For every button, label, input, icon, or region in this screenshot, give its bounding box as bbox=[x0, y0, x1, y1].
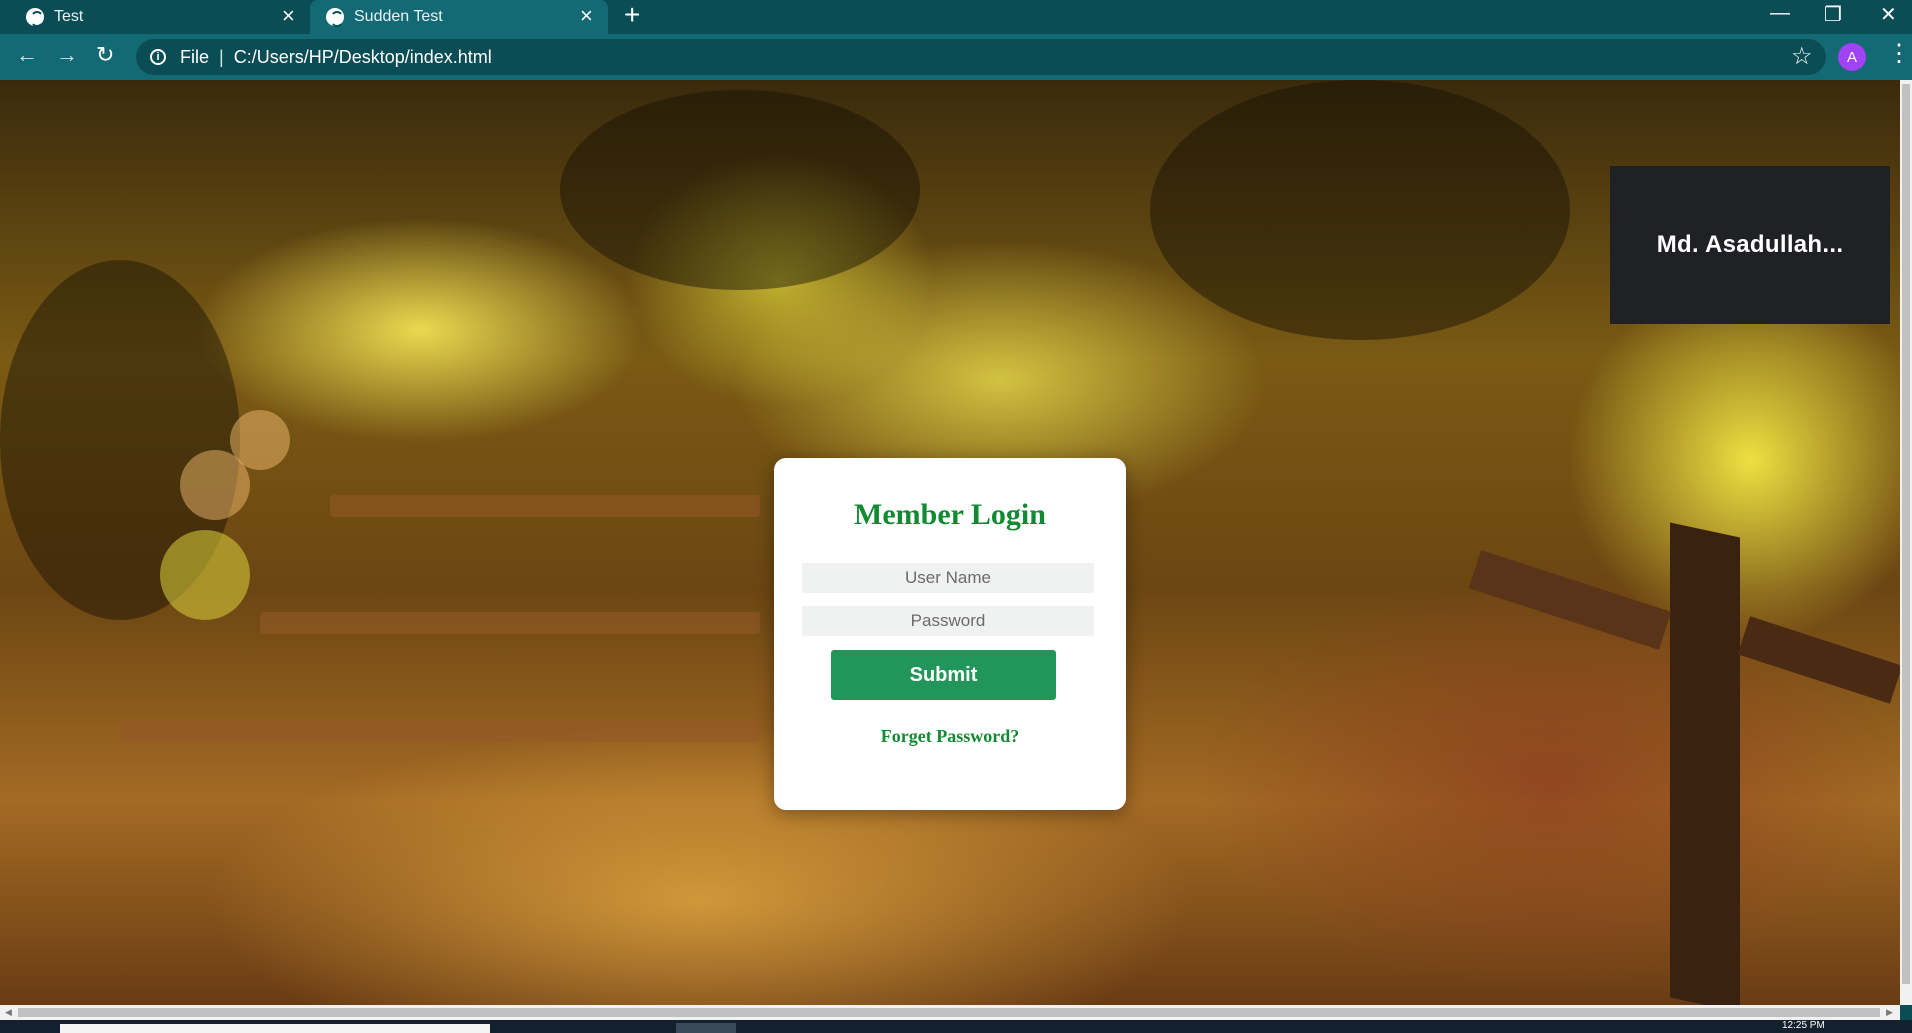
close-tab-icon[interactable]: × bbox=[282, 5, 295, 27]
tab-title: Test bbox=[54, 8, 84, 25]
scroll-thumb[interactable] bbox=[1902, 84, 1910, 984]
taskbar-search-box[interactable] bbox=[60, 1024, 490, 1033]
background-foliage bbox=[560, 90, 920, 290]
bookmark-star-icon[interactable]: ☆ bbox=[1791, 42, 1813, 71]
info-icon[interactable]: i bbox=[150, 49, 166, 65]
close-tab-icon[interactable]: × bbox=[580, 5, 593, 27]
fence-post bbox=[1670, 522, 1740, 1005]
restore-button[interactable]: ❐ bbox=[1824, 2, 1842, 27]
participant-name-overlay: Md. Asadullah... bbox=[1610, 166, 1890, 324]
horizontal-scrollbar[interactable]: ◀ ▶ bbox=[0, 1005, 1900, 1020]
close-window-button[interactable]: ✕ bbox=[1880, 2, 1897, 27]
browser-toolbar: ← → ↻ i File | C:/Users/HP/Desktop/index… bbox=[0, 34, 1912, 80]
tab-sudden-test[interactable]: Sudden Test × bbox=[310, 0, 608, 34]
background-fence bbox=[260, 612, 760, 634]
submit-button[interactable]: Submit bbox=[831, 650, 1056, 700]
bokeh-light bbox=[160, 530, 250, 620]
taskbar-active-app[interactable] bbox=[676, 1023, 736, 1033]
username-input[interactable] bbox=[802, 563, 1094, 593]
globe-icon bbox=[326, 8, 344, 27]
profile-avatar[interactable]: A bbox=[1838, 43, 1866, 71]
address-bar[interactable]: i File | C:/Users/HP/Desktop/index.html bbox=[136, 39, 1826, 75]
scheme-label: File bbox=[180, 46, 210, 67]
login-title: Member Login bbox=[854, 498, 1046, 531]
page-background: Md. Asadullah... Member Login Submit For… bbox=[0, 80, 1900, 1005]
reload-button[interactable]: ↻ bbox=[96, 44, 114, 66]
tab-test[interactable]: Test × bbox=[0, 0, 308, 34]
forget-password-link[interactable]: Forget Password? bbox=[774, 726, 1126, 747]
background-fence bbox=[330, 495, 760, 517]
tab-strip: Test × Sudden Test × + — ❐ ✕ bbox=[0, 0, 1912, 34]
password-input[interactable] bbox=[802, 606, 1094, 636]
scroll-thumb[interactable] bbox=[18, 1008, 1880, 1017]
url-text[interactable]: C:/Users/HP/Desktop/index.html bbox=[234, 47, 492, 68]
background-fence bbox=[120, 720, 760, 742]
globe-icon bbox=[26, 8, 44, 27]
new-tab-button[interactable]: + bbox=[624, 1, 640, 29]
forward-button[interactable]: → bbox=[56, 44, 78, 66]
scroll-right-icon[interactable]: ▶ bbox=[1886, 1007, 1893, 1018]
scroll-left-icon[interactable]: ◀ bbox=[5, 1007, 12, 1018]
menu-icon[interactable]: ⋮ bbox=[1887, 42, 1911, 66]
fence-post bbox=[1737, 616, 1900, 704]
login-card: Member Login Submit Forget Password? bbox=[774, 458, 1126, 810]
bokeh-light bbox=[230, 410, 290, 470]
fence-post bbox=[1468, 550, 1672, 650]
taskbar-clock: 12:25 PM bbox=[1782, 1020, 1825, 1031]
tab-title: Sudden Test bbox=[354, 8, 443, 25]
minimize-button[interactable]: — bbox=[1770, 2, 1790, 25]
address-separator: | bbox=[219, 46, 224, 67]
taskbar: 12:25 PM bbox=[0, 1020, 1912, 1033]
background-foliage bbox=[1150, 80, 1570, 340]
vertical-scrollbar[interactable] bbox=[1900, 80, 1912, 1005]
back-button[interactable]: ← bbox=[16, 44, 38, 66]
